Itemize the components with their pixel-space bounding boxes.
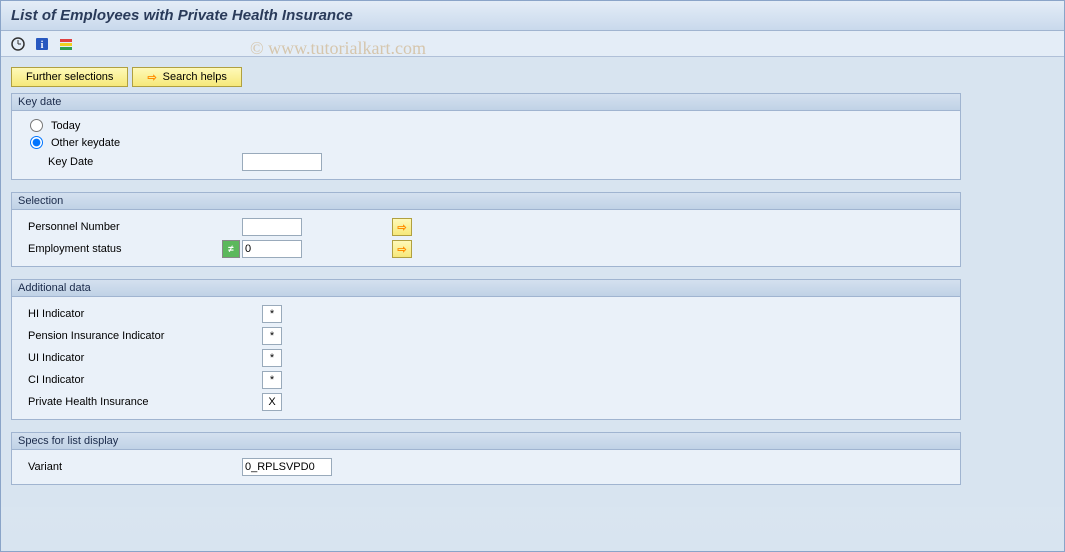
label-personnel-number: Personnel Number bbox=[22, 221, 242, 233]
arrow-right-icon: ⇨ bbox=[147, 71, 156, 84]
svg-text:i: i bbox=[41, 40, 44, 51]
group-keydate: Key date Today Other keydate Key Date bbox=[11, 93, 961, 180]
group-additional-data: Additional data HI Indicator Pension Ins… bbox=[11, 279, 961, 420]
toolbar: i bbox=[1, 31, 1064, 57]
group-specs-header: Specs for list display bbox=[12, 433, 960, 450]
group-additional-header: Additional data bbox=[12, 280, 960, 297]
label-ui-indicator: UI Indicator bbox=[22, 352, 262, 364]
multiple-selection-empstatus-button[interactable]: ⇨ bbox=[392, 240, 412, 258]
group-selection-header: Selection bbox=[12, 193, 960, 210]
group-specs: Specs for list display Variant bbox=[11, 432, 961, 485]
radio-today[interactable] bbox=[30, 119, 43, 132]
execute-icon[interactable] bbox=[9, 35, 27, 53]
input-ui-indicator[interactable] bbox=[262, 349, 282, 367]
input-private-health-insurance[interactable] bbox=[262, 393, 282, 411]
group-keydate-header: Key date bbox=[12, 94, 960, 111]
multiple-selection-pernr-button[interactable]: ⇨ bbox=[392, 218, 412, 236]
input-variant[interactable] bbox=[242, 458, 332, 476]
input-hi-indicator[interactable] bbox=[262, 305, 282, 323]
exclude-icon[interactable]: ≠ bbox=[222, 240, 240, 258]
group-selection: Selection Personnel Number ⇨ Employment … bbox=[11, 192, 961, 267]
input-personnel-number[interactable] bbox=[242, 218, 302, 236]
label-hi-indicator: HI Indicator bbox=[22, 308, 262, 320]
input-ci-indicator[interactable] bbox=[262, 371, 282, 389]
page-title: List of Employees with Private Health In… bbox=[1, 1, 1064, 31]
label-keydate: Key Date bbox=[22, 156, 242, 168]
input-keydate[interactable] bbox=[242, 153, 322, 171]
label-other-keydate: Other keydate bbox=[51, 137, 120, 149]
label-pension-indicator: Pension Insurance Indicator bbox=[22, 330, 262, 342]
search-helps-button[interactable]: ⇨ Search helps bbox=[132, 67, 241, 87]
info-icon[interactable]: i bbox=[33, 35, 51, 53]
input-pension-indicator[interactable] bbox=[262, 327, 282, 345]
radio-other-keydate[interactable] bbox=[30, 136, 43, 149]
input-employment-status[interactable] bbox=[242, 240, 302, 258]
label-ci-indicator: CI Indicator bbox=[22, 374, 262, 386]
further-selections-button[interactable]: Further selections bbox=[11, 67, 128, 87]
color-bars-icon[interactable] bbox=[57, 35, 75, 53]
label-today: Today bbox=[51, 120, 80, 132]
label-employment-status: Employment status bbox=[22, 243, 222, 255]
label-private-health-insurance: Private Health Insurance bbox=[22, 396, 262, 408]
label-variant: Variant bbox=[22, 461, 242, 473]
